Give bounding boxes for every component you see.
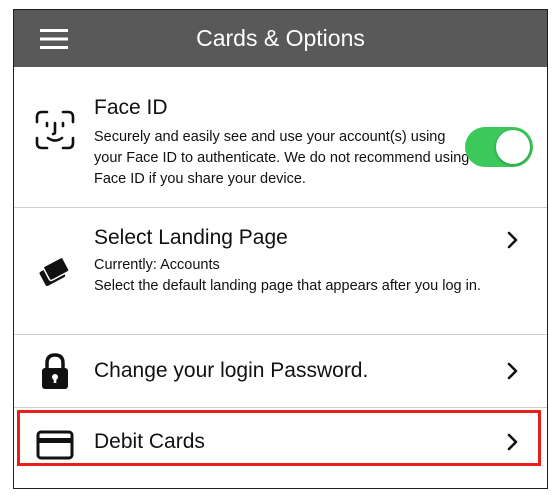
hamburger-menu-icon (40, 29, 68, 49)
page-title: Cards & Options (196, 25, 365, 51)
credit-card-icon (32, 423, 78, 467)
app-header: Cards & Options (14, 10, 547, 67)
debit-cards-title: Debit Cards (94, 430, 205, 453)
landing-page-current: Currently: Accounts (94, 257, 220, 273)
face-id-row: Face ID Securely and easily see and use … (14, 67, 547, 208)
landing-page-help-text: Select the default landing page that app… (94, 278, 481, 294)
landing-page-title: Select Landing Page (94, 226, 288, 249)
menu-button[interactable] (34, 24, 74, 54)
lock-icon (32, 350, 78, 394)
chevron-right-icon (501, 228, 525, 252)
cards-icon (32, 250, 78, 296)
settings-screen: Cards & Options Face ID Securely and eas… (13, 9, 548, 489)
chevron-right-icon (501, 359, 525, 383)
chevron-right-icon (501, 430, 525, 454)
landing-page-description: Currently: Accounts Select the default l… (94, 255, 484, 297)
change-password-title: Change your login Password. (94, 359, 369, 382)
face-id-toggle[interactable] (465, 127, 533, 167)
face-id-description: Securely and easily see and use your acc… (94, 129, 470, 187)
face-id-icon (32, 107, 78, 153)
change-password-row[interactable]: Change your login Password. (14, 335, 547, 408)
debit-cards-row[interactable]: Debit Cards (14, 408, 547, 481)
landing-page-row[interactable]: Select Landing Page Currently: Accounts … (14, 208, 547, 335)
toggle-knob (496, 130, 530, 164)
face-id-title: Face ID (94, 96, 168, 119)
